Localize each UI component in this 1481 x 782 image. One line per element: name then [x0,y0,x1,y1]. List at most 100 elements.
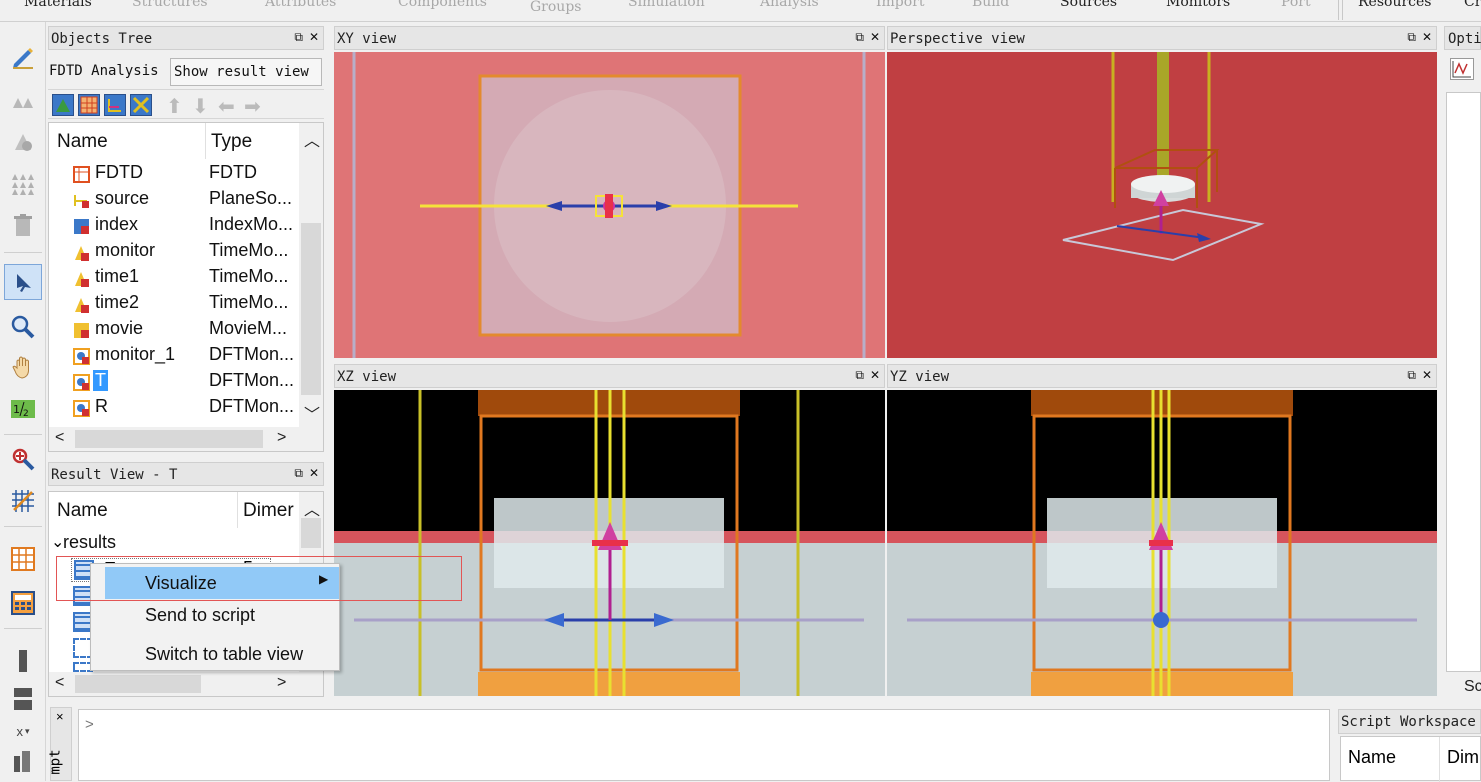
dft-monitor-icon [73,348,90,365]
scroll-left-icon[interactable]: < [55,429,64,447]
result-horizontal-scrollbar[interactable]: < > [49,672,323,696]
bar-icon[interactable] [8,746,38,776]
xy-view-scene [334,52,885,358]
move-down-icon[interactable]: ⬇ [192,94,214,118]
tree-vertical-scrollbar[interactable]: ︿ ﹀ [299,123,323,429]
float-icon[interactable]: ⧉ [294,30,303,44]
float-icon[interactable]: ⧉ [855,368,864,382]
column-header-dimensions[interactable]: Dimer [243,500,294,522]
tree-item-source[interactable]: source PlaneSo... [49,187,299,213]
float-icon[interactable]: ⧉ [1407,368,1416,382]
column-header-name[interactable]: Name [57,500,108,522]
optimization-header: Opti [1444,26,1481,50]
select-icon[interactable] [4,264,42,300]
scroll-thumb[interactable] [75,430,263,448]
scroll-left-icon[interactable]: < [55,674,64,692]
tree-item-monitor[interactable]: monitor TimeMo... [49,239,299,265]
tab-monitors[interactable]: Monitors [1166,0,1230,10]
tree-item-time2[interactable]: time2 TimeMo... [49,291,299,317]
monitors-filter-icon[interactable] [130,94,152,116]
float-icon[interactable]: ⧉ [294,466,303,480]
zoom-region-icon[interactable] [8,444,38,474]
plot-icon[interactable] [1450,58,1474,80]
xz-view-canvas[interactable] [334,390,885,696]
scroll-up-icon[interactable]: ︿ [304,496,320,520]
column-header-name[interactable]: Name [1348,747,1396,768]
show-result-view-button[interactable]: Show result view [170,58,322,86]
column-header-dimensions[interactable]: Dim [1447,747,1479,768]
close-icon[interactable]: ✕ [309,30,319,44]
close-icon[interactable]: ✕ [1422,368,1432,382]
scroll-up-icon[interactable]: ︿ [304,127,320,151]
move-up-icon[interactable]: ⬆ [166,94,188,118]
zoom-icon[interactable] [8,312,38,342]
tab-structures[interactable]: Structures [132,0,208,10]
tree-item-r[interactable]: R DFTMon... [49,395,299,421]
script-prompt-label: mpt [47,749,64,775]
close-icon[interactable]: × [56,709,64,724]
menu-item-send-to-script[interactable]: Send to script [105,599,339,631]
tab-sources[interactable]: Sources [1060,0,1117,10]
column-header-name[interactable]: Name [57,131,108,153]
structures-filter-icon[interactable] [52,94,74,116]
perspective-view-canvas[interactable] [887,52,1437,358]
float-icon[interactable]: ⧉ [855,30,864,44]
tab-build[interactable]: Build [972,0,1009,10]
grid-icon[interactable] [8,486,38,516]
arrange-icon[interactable] [8,86,38,116]
tab-resources[interactable]: Resources [1358,0,1431,10]
tree-item-time1[interactable]: time1 TimeMo... [49,265,299,291]
script-prompt-input[interactable]: > [78,709,1330,781]
view-split-icon[interactable] [8,684,38,714]
calculator-icon[interactable] [8,588,38,618]
align-icon[interactable] [8,126,38,156]
tab-materials[interactable]: Materials [24,0,92,10]
move-right-icon[interactable]: ➡ [244,94,266,118]
float-icon[interactable]: ⧉ [1407,30,1416,44]
mesh-filter-icon[interactable] [78,94,100,116]
scroll-thumb[interactable] [75,675,201,693]
layout-icon[interactable] [8,544,38,574]
close-icon[interactable]: ✕ [870,30,880,44]
pan-icon[interactable] [8,352,38,382]
axis-icon[interactable]: x ▾ [8,716,38,746]
ruler-icon[interactable]: 12 [8,394,38,424]
tree-item-name: monitor_1 [95,344,176,364]
tab-cr[interactable]: Cr [1464,0,1481,10]
tree-item-index[interactable]: index IndexMo... [49,213,299,239]
tab-port[interactable]: Port [1281,0,1311,10]
svg-text:1: 1 [13,403,20,416]
scroll-thumb[interactable] [301,518,321,548]
xy-view-canvas[interactable] [334,52,885,358]
scroll-right-icon[interactable]: > [277,429,286,447]
yz-view-canvas[interactable] [887,390,1437,696]
sources-filter-icon[interactable] [104,94,126,116]
tab-attributes[interactable]: Attributes [265,0,336,10]
menu-item-switch-to-table-view[interactable]: Switch to table view [105,638,339,670]
scroll-thumb[interactable] [301,223,321,395]
highlight-annotation [56,556,462,601]
array-icon[interactable] [8,168,38,198]
tree-item-monitor-1[interactable]: monitor_1 DFTMon... [49,343,299,369]
tree-item-fdtd[interactable]: FDTD FDTD [49,161,299,187]
tab-analysis[interactable]: Analysis [760,0,819,10]
tree-horizontal-scrollbar[interactable]: < > [49,427,323,451]
edit-icon[interactable] [8,42,38,72]
panel-title: YZ view [890,369,950,385]
column-header-type[interactable]: Type [211,131,252,153]
tree-item-t[interactable]: T DFTMon... [49,369,299,395]
view-single-icon[interactable] [8,646,38,676]
close-icon[interactable]: ✕ [309,466,319,480]
tab-import[interactable]: Import [876,0,925,10]
close-icon[interactable]: ✕ [870,368,880,382]
scroll-right-icon[interactable]: > [277,674,286,692]
scroll-down-icon[interactable]: ﹀ [304,401,320,425]
tab-groups[interactable]: Groups [530,0,581,15]
result-group-row[interactable]: ⌄ results [51,532,291,556]
close-icon[interactable]: ✕ [1422,30,1432,44]
tree-item-movie[interactable]: movie MovieM... [49,317,299,343]
move-left-icon[interactable]: ⬅ [218,94,240,118]
tab-components[interactable]: Components [398,0,487,10]
delete-icon[interactable] [8,210,38,240]
tab-simulation[interactable]: Simulation [628,0,705,10]
